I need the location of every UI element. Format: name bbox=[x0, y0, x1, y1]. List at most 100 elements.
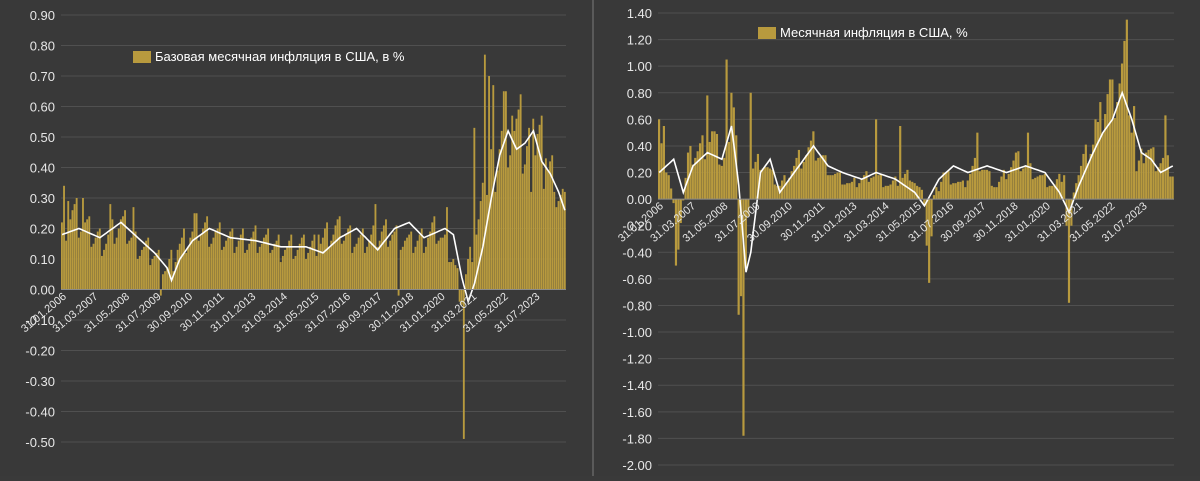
bar bbox=[412, 252, 415, 290]
bar bbox=[389, 240, 392, 290]
bar bbox=[271, 249, 274, 290]
bar bbox=[544, 158, 547, 290]
legend-monthly-inflation: Месячная инфляция в США, % bbox=[758, 25, 968, 40]
bar bbox=[100, 255, 103, 290]
bar bbox=[241, 228, 244, 290]
bar bbox=[532, 118, 535, 290]
bar bbox=[1159, 163, 1162, 200]
bar bbox=[208, 246, 211, 290]
bar bbox=[749, 92, 752, 200]
bar bbox=[956, 181, 960, 200]
bar bbox=[517, 109, 520, 290]
bar bbox=[176, 249, 179, 290]
legend-swatch bbox=[758, 26, 776, 39]
bar bbox=[985, 169, 989, 200]
bar bbox=[549, 161, 552, 290]
bar bbox=[990, 185, 993, 200]
bar bbox=[416, 240, 419, 290]
y-tick-label: 0.60 bbox=[627, 112, 652, 127]
bar bbox=[353, 246, 356, 290]
bar bbox=[703, 159, 706, 200]
bar bbox=[536, 133, 539, 290]
bar bbox=[406, 237, 408, 290]
bar bbox=[1036, 176, 1039, 200]
bar bbox=[397, 289, 400, 296]
bar bbox=[848, 183, 851, 200]
bar bbox=[846, 183, 849, 200]
bar bbox=[340, 243, 343, 290]
legend-swatch bbox=[133, 50, 151, 63]
y-tick-label: 0.80 bbox=[627, 86, 652, 101]
bar bbox=[1164, 115, 1167, 200]
bar bbox=[870, 177, 873, 200]
bar bbox=[935, 187, 938, 200]
bar bbox=[821, 155, 825, 200]
bar bbox=[300, 237, 303, 290]
bar bbox=[465, 274, 467, 290]
bar bbox=[513, 130, 516, 290]
bar bbox=[330, 240, 333, 290]
bar bbox=[706, 95, 709, 200]
bar bbox=[292, 259, 295, 290]
bar bbox=[542, 188, 545, 290]
y-tick-label: -0.30 bbox=[25, 374, 55, 389]
bar bbox=[178, 243, 181, 290]
bar bbox=[418, 234, 421, 290]
bar bbox=[473, 127, 476, 290]
chart-panel-monthly-inflation: 1.40 1.20 1.00 0.80 0.60 0.40 0.20 0.00 -0.20 -0.… bbox=[594, 0, 1200, 476]
bar bbox=[1022, 168, 1025, 200]
bar bbox=[997, 181, 1001, 200]
bar bbox=[761, 168, 764, 200]
bar bbox=[75, 198, 78, 290]
bar bbox=[964, 187, 967, 200]
bar bbox=[69, 219, 72, 290]
bar bbox=[1149, 148, 1153, 200]
bar bbox=[795, 157, 798, 200]
bar bbox=[1137, 160, 1140, 200]
bar bbox=[877, 175, 880, 200]
bar bbox=[802, 161, 805, 200]
bar bbox=[258, 246, 261, 290]
bar bbox=[665, 172, 668, 200]
bar bbox=[940, 181, 943, 200]
bar bbox=[349, 225, 352, 290]
bar bbox=[77, 237, 80, 290]
y-tick-label: 1.20 bbox=[627, 33, 652, 48]
bar bbox=[1106, 94, 1109, 200]
bar bbox=[1157, 167, 1160, 200]
bar bbox=[315, 255, 318, 290]
bar bbox=[698, 143, 702, 200]
bar bbox=[969, 173, 972, 200]
bar bbox=[937, 191, 940, 200]
bar bbox=[831, 175, 834, 200]
bar bbox=[237, 240, 240, 290]
bar bbox=[515, 118, 518, 290]
monthly-inflation-chart: 1.401.201.000.800.600.400.200.00-0.20-0.… bbox=[616, 6, 1174, 473]
bar bbox=[82, 198, 84, 290]
bar bbox=[1029, 163, 1032, 200]
bar bbox=[113, 243, 116, 290]
bar bbox=[1111, 79, 1114, 200]
bar bbox=[875, 119, 878, 200]
bar bbox=[347, 228, 350, 290]
bar bbox=[420, 228, 423, 290]
bar bbox=[199, 234, 202, 290]
bar bbox=[227, 237, 230, 290]
bar bbox=[441, 237, 444, 290]
bar bbox=[281, 255, 284, 290]
bar bbox=[500, 130, 503, 290]
legend-core-inflation: Базовая месячная инфляция в США, в % bbox=[133, 49, 404, 64]
bar bbox=[147, 237, 150, 290]
bar bbox=[233, 252, 236, 290]
y-tick-label: -1.60 bbox=[622, 405, 652, 420]
bar bbox=[932, 195, 936, 200]
bar bbox=[201, 228, 204, 290]
bar bbox=[256, 252, 259, 290]
bar bbox=[229, 231, 232, 290]
bar bbox=[674, 199, 678, 266]
bar bbox=[988, 171, 991, 200]
bar bbox=[521, 173, 524, 290]
bar bbox=[210, 243, 213, 290]
bar bbox=[959, 181, 962, 200]
bar bbox=[401, 246, 404, 290]
